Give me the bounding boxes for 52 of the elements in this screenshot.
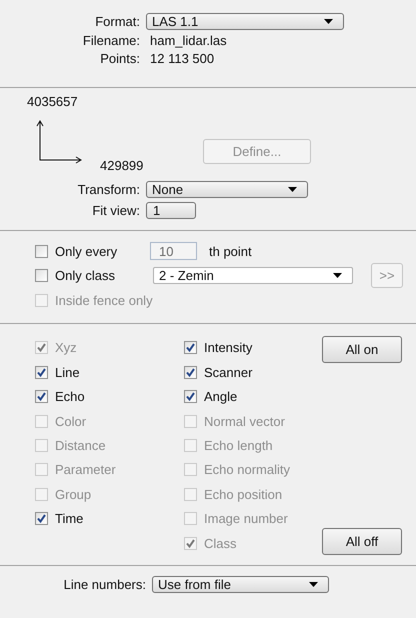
field-label: Fit view: <box>91 202 140 218</box>
checkbox-label: Scanner <box>204 364 252 380</box>
checkbox-label: Echo normality <box>204 462 290 478</box>
checkbox-label: Echo <box>55 389 85 404</box>
checkbox[interactable] <box>35 244 48 258</box>
dropdown[interactable]: None <box>146 180 308 198</box>
checkbox-label: Echo position <box>204 486 282 502</box>
dropdown[interactable]: 2 - Zemin <box>153 267 353 284</box>
checkbox-label: Angle <box>204 389 238 404</box>
all-on-button[interactable]: All on <box>322 336 402 363</box>
caret-icon <box>309 582 318 587</box>
checkbox[interactable] <box>35 390 48 404</box>
checkbox-label: Normal vector <box>204 414 285 429</box>
checkbox[interactable] <box>35 512 48 526</box>
checkbox-label: Only every <box>55 244 118 259</box>
field-value: 12 113 500 <box>149 50 216 66</box>
checkbox-label: Inside fence only <box>55 293 153 308</box>
dropdown[interactable]: LAS 1.1 <box>146 12 344 30</box>
checkbox-label: Image number <box>204 511 288 526</box>
y-coordinate: 4035657 <box>27 94 78 109</box>
checkbox-label: Time <box>55 511 84 526</box>
field-label: Line numbers: <box>62 576 146 592</box>
checkbox[interactable] <box>184 390 197 404</box>
fit-view-button[interactable]: 1 <box>146 202 196 218</box>
checkbox-label: Group <box>55 486 92 502</box>
axes-icon <box>36 120 82 165</box>
checkbox-label: Intensity <box>204 340 252 356</box>
field-value: ham_lidar.las <box>149 32 228 48</box>
checkbox-label: Echo length <box>204 438 273 454</box>
checkbox-label: Class <box>204 536 237 551</box>
checkbox-label: Distance <box>55 438 106 454</box>
field-label: Filename: <box>82 32 140 48</box>
checkbox-label: Line <box>55 364 80 380</box>
caret-icon <box>333 273 342 278</box>
x-coordinate: 429899 <box>100 158 144 173</box>
all-off-button[interactable]: All off <box>322 528 402 556</box>
suffix-label: th point <box>209 244 252 259</box>
field-label: Format: <box>94 14 140 28</box>
caret-icon <box>288 186 297 192</box>
checkbox-label: Xyz <box>55 340 77 356</box>
checkbox[interactable] <box>35 269 48 282</box>
checkbox[interactable] <box>35 366 48 379</box>
checkbox-label: Color <box>55 414 86 429</box>
number-field[interactable]: 10 <box>150 242 197 260</box>
dropdown[interactable]: Use from file <box>152 576 329 593</box>
field-label: Transform: <box>76 182 140 196</box>
caret-icon <box>324 18 333 24</box>
field-label: Points: <box>99 50 140 66</box>
checkbox-label: Parameter <box>55 462 116 478</box>
checkbox[interactable] <box>184 366 197 379</box>
checkbox-label: Only class <box>55 268 115 284</box>
checkbox[interactable] <box>184 341 197 354</box>
